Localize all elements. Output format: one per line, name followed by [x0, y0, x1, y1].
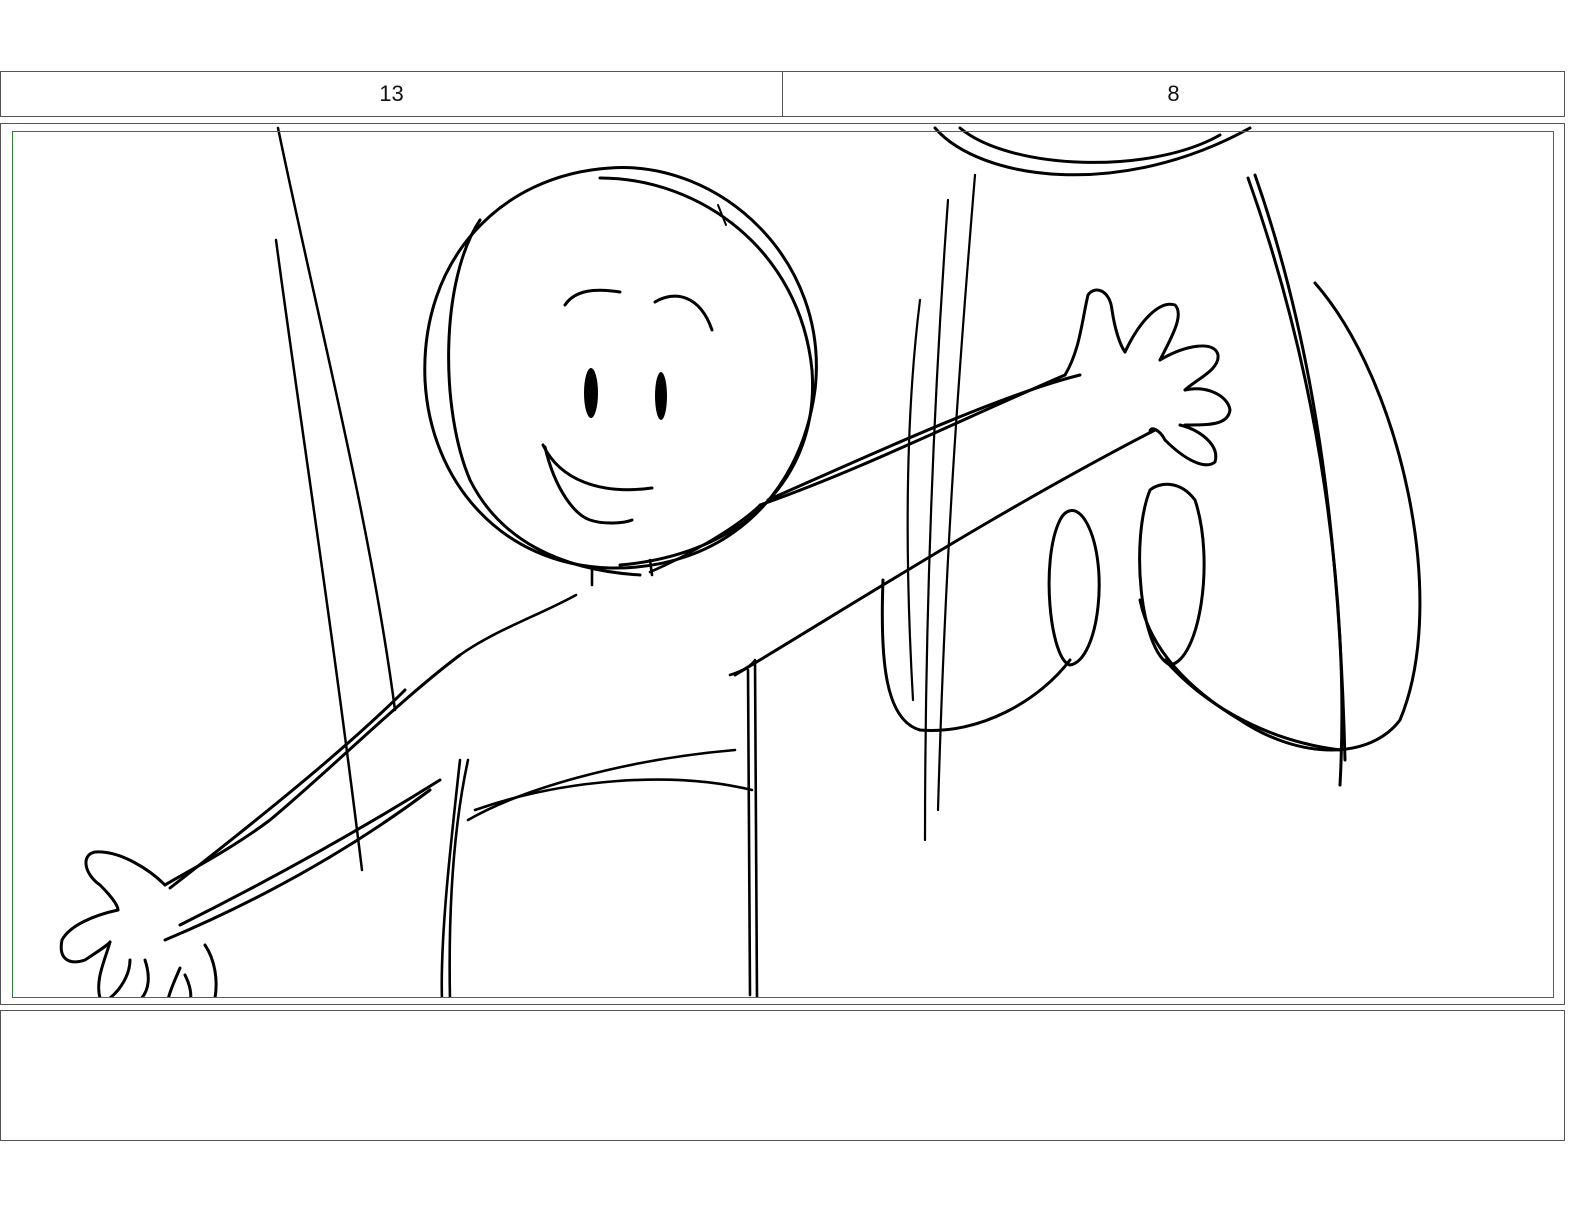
character-face [541, 288, 714, 525]
panel-notes[interactable] [0, 1010, 1565, 1141]
background-lines-right [906, 173, 977, 842]
background-pillar-left [274, 126, 397, 872]
background-character-head [933, 126, 1252, 177]
character-torso [440, 503, 762, 998]
background-character-body [880, 173, 1422, 787]
character-head [423, 166, 818, 577]
character-arm-left [59, 653, 462, 998]
